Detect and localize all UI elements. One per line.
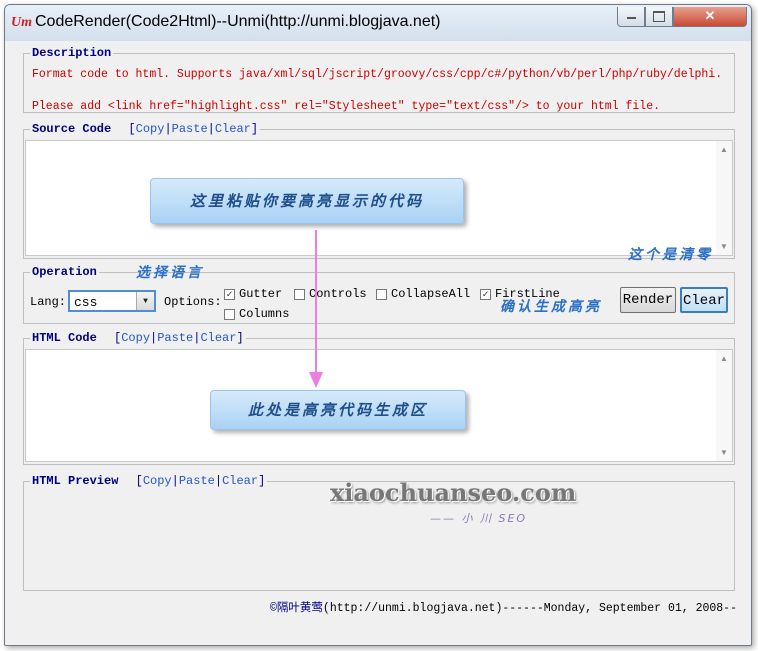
app-logo-icon: Um (11, 15, 32, 30)
watermark-subtext: —— 小 川 SEO (430, 512, 528, 525)
scroll-up-icon[interactable]: ▲ (720, 354, 728, 363)
minimize-icon (626, 17, 636, 19)
source-clear-link[interactable]: Clear (215, 122, 251, 136)
footer-text: (http://unmi.blogjava.net)------Monday, … (322, 602, 737, 615)
html-code-actions: [Copy|Paste|Clear] (114, 331, 244, 345)
lang-label: Lang: (30, 295, 67, 309)
footer-author: ©隔叶黄莺 (270, 602, 323, 615)
collapseall-label: CollapseAll (391, 287, 471, 301)
footer-credit: ©隔叶黄莺(http://unmi.blogjava.net)------Mon… (270, 599, 737, 615)
option-controls[interactable]: Controls (294, 287, 367, 301)
maximize-button[interactable] (645, 7, 673, 27)
lang-annotation: 选择语言 (136, 265, 204, 281)
html-code-callout: 此处是高亮代码生成区 (210, 390, 466, 430)
collapseall-checkbox[interactable] (376, 288, 387, 300)
html-code-title: HTML Code (32, 331, 97, 345)
preview-paste-link[interactable]: Paste (179, 474, 215, 488)
gutter-checkbox[interactable]: ✓ (224, 288, 235, 301)
html-code-legend: HTML Code [Copy|Paste|Clear] (30, 331, 246, 345)
option-collapseall[interactable]: CollapseAll (376, 287, 470, 301)
firstline-checkbox[interactable]: ✓ (480, 288, 491, 301)
html-clear-link[interactable]: Clear (200, 331, 236, 345)
close-icon: ✕ (704, 8, 716, 23)
lang-select[interactable]: css ▼ (68, 290, 156, 312)
option-gutter[interactable]: ✓ Gutter (224, 287, 282, 301)
title-bar[interactable]: Um CodeRender(Code2Html)--Unmi(http://un… (5, 5, 751, 41)
watermark-text: xiaochuanseo.com (330, 478, 577, 507)
html-preview-title: HTML Preview (32, 474, 119, 488)
description-line-1: Format code to html. Supports java/xml/s… (32, 68, 723, 81)
lang-select-value: css (74, 295, 98, 310)
app-window: Um CodeRender(Code2Html)--Unmi(http://un… (4, 4, 752, 646)
chevron-down-icon[interactable]: ▼ (136, 292, 154, 310)
columns-checkbox[interactable] (224, 308, 235, 320)
description-line-2: Please add <link href="highlight.css" re… (32, 100, 661, 113)
description-legend: Description (30, 46, 114, 60)
html-code-scrollbar[interactable]: ▲ ▼ (716, 350, 732, 461)
source-copy-link[interactable]: Copy (136, 122, 165, 136)
source-code-legend: Source Code [Copy|Paste|Clear] (30, 122, 261, 136)
maximize-icon (653, 11, 665, 22)
scroll-down-icon[interactable]: ▼ (720, 448, 728, 457)
minimize-button[interactable] (617, 7, 645, 27)
options-label: Options: (164, 295, 222, 309)
html-preview-legend: HTML Preview [Copy|Paste|Clear] (30, 474, 268, 488)
clear-annotation: 这个是清零 (628, 247, 713, 263)
description-group: Description Format code to html. Support… (23, 46, 735, 113)
scroll-up-icon[interactable]: ▲ (720, 145, 728, 154)
html-preview-actions: [Copy|Paste|Clear] (135, 474, 266, 488)
close-button[interactable]: ✕ (673, 7, 747, 27)
source-code-actions: [Copy|Paste|Clear] (128, 122, 259, 136)
flow-arrow-head (309, 372, 323, 388)
source-code-callout: 这里粘贴你要高亮显示的代码 (150, 178, 464, 224)
clear-button[interactable]: Clear (680, 287, 728, 313)
render-annotation: 确认生成高亮 (500, 299, 602, 315)
render-button[interactable]: Render (620, 287, 676, 313)
option-columns[interactable]: Columns (224, 307, 289, 321)
html-copy-link[interactable]: Copy (121, 331, 150, 345)
flow-arrow (309, 230, 323, 388)
operation-group: Operation Lang: css ▼ Options: ✓ Gutter … (23, 265, 735, 324)
client-area: Description Format code to html. Support… (13, 41, 743, 637)
window-title: CodeRender(Code2Html)--Unmi(http://unmi.… (35, 13, 441, 30)
html-paste-link[interactable]: Paste (157, 331, 193, 345)
operation-legend: Operation (30, 265, 99, 279)
gutter-label: Gutter (239, 287, 283, 301)
scroll-down-icon[interactable]: ▼ (720, 242, 728, 251)
controls-checkbox[interactable] (294, 288, 305, 300)
source-code-scrollbar[interactable]: ▲ ▼ (716, 141, 732, 255)
source-code-title: Source Code (32, 122, 112, 136)
source-paste-link[interactable]: Paste (172, 122, 208, 136)
preview-clear-link[interactable]: Clear (222, 474, 258, 488)
columns-label: Columns (239, 307, 290, 321)
preview-copy-link[interactable]: Copy (143, 474, 172, 488)
